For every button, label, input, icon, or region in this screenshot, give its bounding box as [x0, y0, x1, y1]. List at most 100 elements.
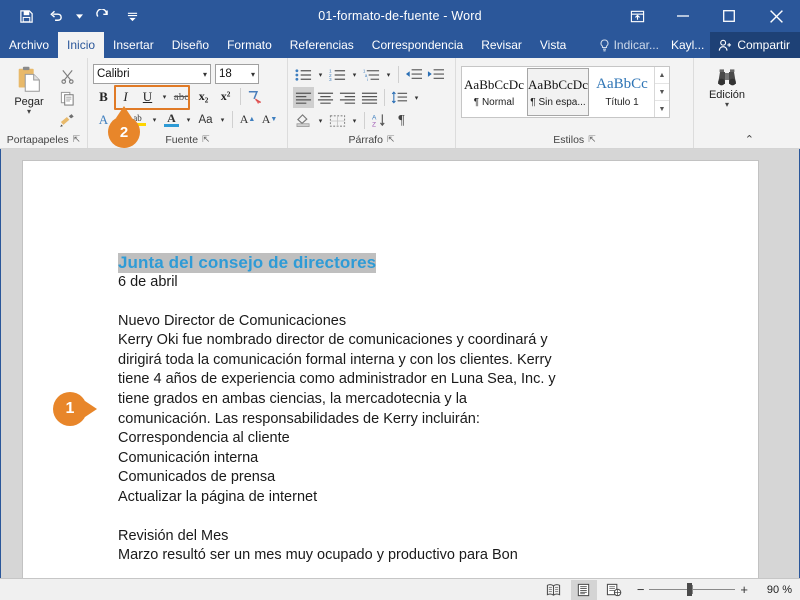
numbered-list-icon[interactable]: 123: [327, 64, 348, 85]
style-sin-espaciado[interactable]: AaBbCcDc ¶ Sin espa...: [527, 68, 589, 116]
zoom-slider[interactable]: − +: [631, 582, 754, 597]
close-icon[interactable]: [752, 0, 800, 32]
collapse-ribbon-icon[interactable]: ⌃: [745, 133, 754, 146]
numbered-list-dropdown-icon[interactable]: ▾: [349, 64, 360, 85]
align-right-icon[interactable]: [337, 87, 358, 108]
redo-icon[interactable]: [88, 3, 116, 29]
pilcrow-icon[interactable]: ¶: [391, 110, 412, 131]
ribbon-options-icon[interactable]: [614, 0, 660, 32]
borders-dropdown-icon[interactable]: ▾: [349, 110, 360, 131]
underline-dropdown-icon[interactable]: ▾: [159, 86, 170, 107]
underline-button[interactable]: U: [137, 86, 158, 107]
multilevel-list-dropdown-icon[interactable]: ▾: [383, 64, 394, 85]
sort-az-icon[interactable]: AZ: [369, 110, 390, 131]
font-size-chevron-down-icon[interactable]: ▾: [251, 70, 255, 79]
maximize-icon[interactable]: [706, 0, 752, 32]
align-center-icon[interactable]: [315, 87, 336, 108]
zoom-out-button[interactable]: −: [637, 582, 645, 597]
superscript-label: x²: [220, 89, 231, 103]
zoom-level-label[interactable]: 90 %: [758, 584, 792, 596]
lightbulb-icon: [600, 38, 609, 51]
doc-line-6: tiene grados en ambas ciencias, la merca…: [118, 390, 467, 407]
borders-icon[interactable]: [327, 110, 348, 131]
bullet-list-dropdown-icon[interactable]: ▾: [315, 64, 326, 85]
undo-dropdown-icon[interactable]: [72, 3, 86, 29]
editing-button[interactable]: Edición ▾: [699, 63, 755, 109]
tab-revisar[interactable]: Revisar: [472, 32, 531, 58]
document-content[interactable]: Junta del consejo de directores 6 de abr…: [23, 161, 758, 566]
paragraph-dialog-launcher-icon[interactable]: ⇱: [387, 134, 395, 145]
callout-2-number: 2: [119, 123, 129, 141]
copy-icon[interactable]: [56, 88, 78, 108]
font-dialog-launcher-icon[interactable]: ⇱: [202, 134, 210, 145]
document-title[interactable]: Junta del consejo de directores: [118, 253, 377, 273]
font-name-value: Calibri: [97, 68, 130, 80]
tab-formato[interactable]: Formato: [218, 32, 281, 58]
italic-button[interactable]: I: [115, 86, 136, 107]
user-account-label[interactable]: Kayl...: [665, 32, 710, 58]
font-name-combo[interactable]: Calibri ▾: [93, 64, 211, 84]
font-color-bar: [164, 124, 179, 127]
decrease-indent-icon[interactable]: [403, 64, 424, 85]
font-color-dropdown-icon[interactable]: ▾: [183, 109, 194, 130]
share-button[interactable]: Compartir: [710, 32, 800, 58]
share-person-icon: [719, 39, 732, 51]
tab-vista[interactable]: Vista: [531, 32, 575, 58]
styles-more-icon[interactable]: ▼: [655, 101, 669, 117]
justify-icon[interactable]: [359, 87, 380, 108]
document-page[interactable]: Junta del consejo de directores 6 de abr…: [23, 161, 758, 578]
undo-icon[interactable]: [42, 3, 70, 29]
format-painter-icon[interactable]: [56, 110, 78, 130]
shrink-font-button[interactable]: A ▼: [259, 109, 280, 130]
line-spacing-icon[interactable]: [389, 87, 410, 108]
tab-insertar[interactable]: Insertar: [104, 32, 163, 58]
status-bar: − + 90 %: [0, 578, 800, 600]
tab-archivo[interactable]: Archivo: [0, 32, 58, 58]
editing-dropdown-icon[interactable]: ▾: [725, 101, 729, 109]
style-normal[interactable]: AaBbCcDc ¶ Normal: [463, 68, 525, 116]
scissors-icon[interactable]: [56, 66, 78, 86]
style-titulo-1[interactable]: AaBbCс Título 1: [591, 68, 653, 116]
customize-quick-access-icon[interactable]: [118, 3, 146, 29]
align-left-icon[interactable]: [293, 87, 314, 108]
styles-scroll-down-icon[interactable]: ▼: [655, 84, 669, 101]
tab-diseno[interactable]: Diseño: [163, 32, 218, 58]
web-layout-icon[interactable]: [601, 580, 627, 600]
multilevel-list-icon[interactable]: 1ai: [361, 64, 382, 85]
grow-font-button[interactable]: A ▲: [237, 109, 258, 130]
font-name-chevron-down-icon[interactable]: ▾: [203, 70, 207, 79]
font-size-combo[interactable]: 18 ▾: [215, 64, 259, 84]
bullet-list-icon[interactable]: [293, 64, 314, 85]
font-color-button[interactable]: A: [161, 109, 182, 130]
read-mode-icon[interactable]: [541, 580, 567, 600]
bold-button[interactable]: B: [93, 86, 114, 107]
clipboard-dialog-launcher-icon[interactable]: ⇱: [73, 134, 81, 145]
save-icon[interactable]: [12, 3, 40, 29]
shading-dropdown-icon[interactable]: ▾: [315, 110, 326, 131]
styles-scroll-up-icon[interactable]: ▲: [655, 67, 669, 84]
clear-formatting-icon[interactable]: [245, 86, 266, 107]
change-case-button[interactable]: Aa: [195, 109, 216, 130]
group-edicion: Edición ▾ ⌃: [694, 58, 760, 148]
zoom-slider-track[interactable]: [649, 583, 736, 596]
change-case-dropdown-icon[interactable]: ▾: [217, 109, 228, 130]
tell-me-box[interactable]: Indicar...: [593, 32, 665, 58]
zoom-slider-thumb[interactable]: [687, 583, 693, 596]
superscript-button[interactable]: x²: [215, 86, 236, 107]
strikethrough-button[interactable]: abc: [171, 86, 192, 107]
shading-icon[interactable]: [293, 110, 314, 131]
line-spacing-dropdown-icon[interactable]: ▾: [411, 87, 422, 108]
subscript-button[interactable]: x₂: [193, 86, 214, 107]
increase-indent-icon[interactable]: [425, 64, 446, 85]
paste-button[interactable]: Pegar ▾: [5, 63, 53, 116]
print-layout-icon[interactable]: [570, 579, 597, 600]
paste-dropdown-icon[interactable]: ▾: [27, 108, 31, 116]
highlight-dropdown-icon[interactable]: ▾: [149, 109, 160, 130]
tab-inicio[interactable]: Inicio: [58, 32, 105, 58]
tab-referencias[interactable]: Referencias: [281, 32, 363, 58]
tab-correspondencia[interactable]: Correspondencia: [363, 32, 472, 58]
styles-dialog-launcher-icon[interactable]: ⇱: [588, 134, 596, 145]
minimize-icon[interactable]: [660, 0, 706, 32]
zoom-in-button[interactable]: +: [740, 582, 748, 597]
group-label-estilos: Estilos ⇱: [456, 133, 693, 148]
